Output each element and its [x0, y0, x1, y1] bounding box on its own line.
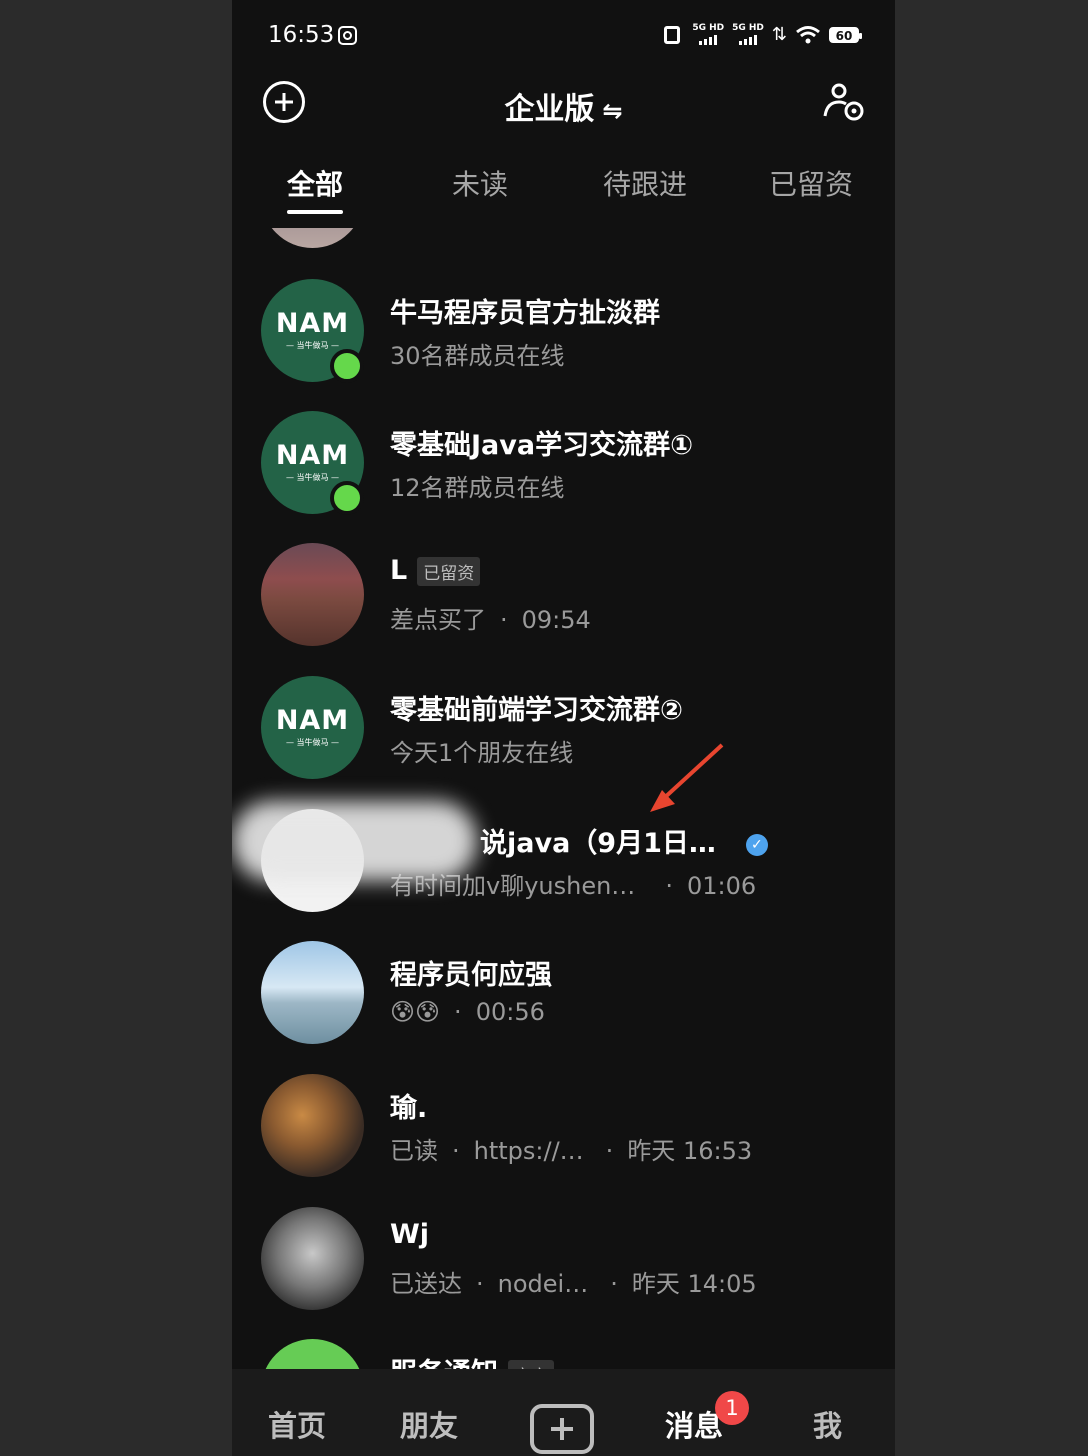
app-screen: 16:53 5G HD 5G HD ⇅ 60 企业版 ⇋ 全部 未读 待跟进 已…: [232, 0, 895, 1456]
nav-me[interactable]: 我: [813, 1403, 842, 1445]
nav-friends[interactable]: 朋友: [400, 1403, 458, 1445]
post-button[interactable]: [530, 1404, 594, 1454]
unread-badge: 1: [715, 1391, 749, 1425]
nav-home[interactable]: 首页: [268, 1403, 326, 1445]
annotation-arrow: [650, 743, 724, 812]
bottom-nav: 首页 朋友 消息 1 我: [232, 1369, 895, 1456]
